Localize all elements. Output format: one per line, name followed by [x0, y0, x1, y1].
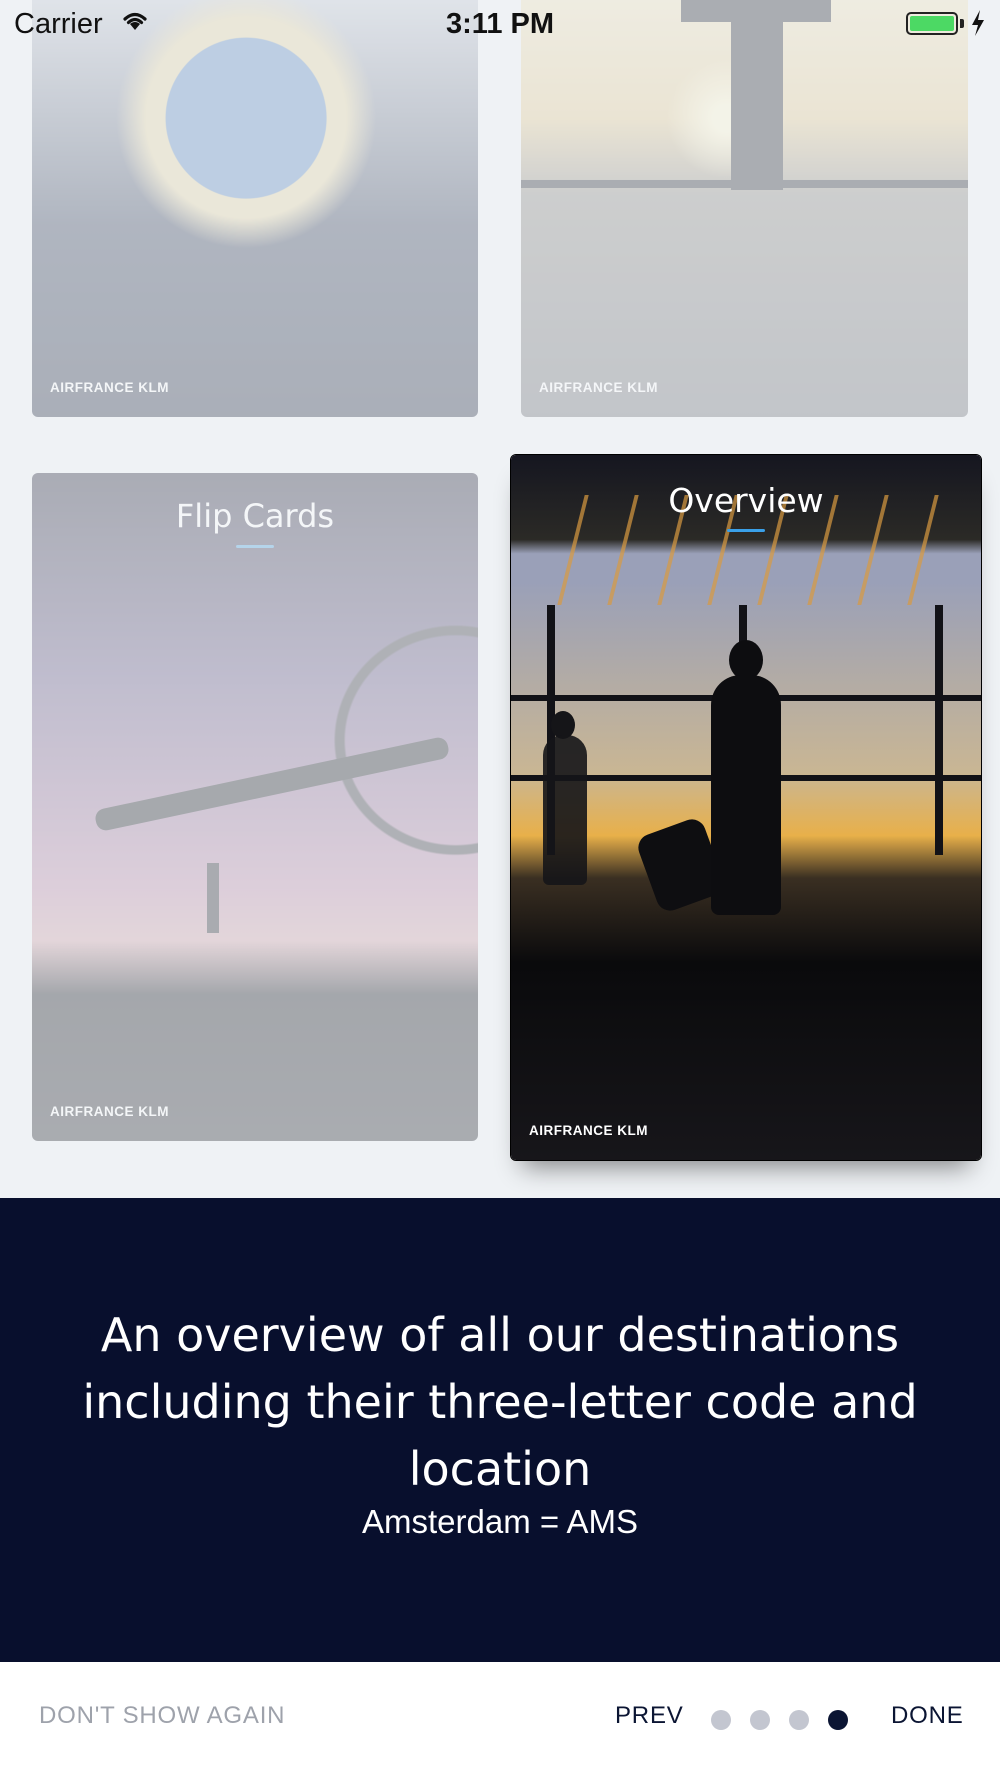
window-frame	[935, 605, 943, 855]
page-indicator-dot[interactable]	[750, 1710, 770, 1730]
title-underline	[236, 545, 274, 548]
status-bar: Carrier 3:11 PM	[0, 0, 1000, 50]
title-underline	[727, 529, 765, 532]
dont-show-again-button[interactable]: DON'T SHOW AGAIN	[39, 1702, 285, 1730]
card-image	[32, 473, 478, 1141]
airfrance-klm-logo: AIRFRANCE KLM	[529, 1123, 648, 1138]
feature-card-crew[interactable]: AIRFRANCE KLM	[32, 0, 478, 417]
clock: 3:11 PM	[446, 8, 554, 40]
airfrance-klm-logo: AIRFRANCE KLM	[50, 380, 169, 395]
card-title: Overview	[668, 481, 824, 520]
info-panel: An overview of all our destinations incl…	[0, 1198, 1000, 1662]
charging-bolt-icon	[970, 9, 986, 42]
battery-icon	[906, 12, 958, 35]
feature-card-flip-cards[interactable]: Flip Cards AIRFRANCE KLM	[32, 473, 478, 1141]
page-indicator-dot[interactable]	[789, 1710, 809, 1730]
traveler-silhouette	[711, 675, 781, 915]
airfrance-klm-logo: AIRFRANCE KLM	[50, 1104, 169, 1119]
prev-button[interactable]: PREV	[615, 1702, 684, 1730]
card-title: Flip Cards	[175, 497, 335, 535]
battery-tip	[960, 19, 964, 28]
feature-example: Amsterdam = AMS	[361, 1503, 638, 1540]
page-indicator-dot-active[interactable]	[828, 1710, 848, 1730]
traveler-silhouette	[729, 640, 763, 680]
card-image	[32, 0, 478, 417]
feature-card-tower[interactable]: AIRFRANCE KLM	[521, 0, 968, 417]
page-indicator-dot[interactable]	[711, 1710, 731, 1730]
feature-card-overview[interactable]: Overview AIRFRANCE KLM	[510, 454, 982, 1161]
tower-graphic	[207, 863, 219, 933]
airfrance-klm-logo: AIRFRANCE KLM	[539, 380, 658, 395]
feature-description: An overview of all our destinations incl…	[82, 1308, 918, 1496]
onboarding-footer: DON'T SHOW AGAIN PREV DONE	[0, 1662, 1000, 1778]
horizon-graphic	[521, 180, 968, 188]
traveler-silhouette	[543, 735, 587, 885]
done-button[interactable]: DONE	[891, 1702, 964, 1730]
